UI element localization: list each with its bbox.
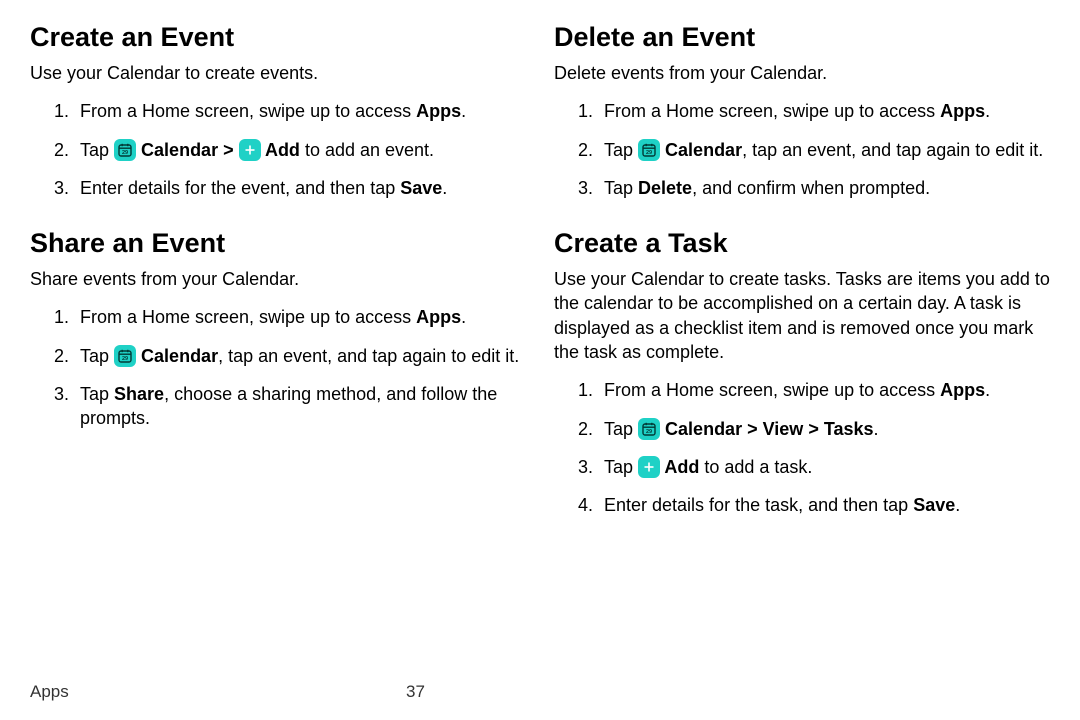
page-footer: Apps 37 xyxy=(30,682,69,702)
right-column: Delete an Event Delete events from your … xyxy=(554,22,1050,532)
apps-label: Apps xyxy=(940,101,985,121)
calendar-label: Calendar xyxy=(665,140,742,160)
calendar-icon: 29 xyxy=(638,139,660,161)
step-text: Enter details for the task, and then tap xyxy=(604,495,913,515)
step-text: . xyxy=(461,307,466,327)
steps-create-event: From a Home screen, swipe up to access A… xyxy=(30,99,526,200)
calendar-icon: 29 xyxy=(638,418,660,440)
view-label: View xyxy=(763,419,804,439)
step-text: Tap xyxy=(604,178,638,198)
delete-label: Delete xyxy=(638,178,692,198)
step-text: . xyxy=(442,178,447,198)
page-number: 37 xyxy=(406,682,425,702)
chevron-right-icon: > xyxy=(747,419,763,439)
list-item: From a Home screen, swipe up to access A… xyxy=(74,305,526,329)
add-icon xyxy=(638,456,660,478)
intro-create-task: Use your Calendar to create tasks. Tasks… xyxy=(554,267,1050,364)
list-item: From a Home screen, swipe up to access A… xyxy=(598,378,1050,402)
step-text: . xyxy=(874,419,879,439)
step-text: Tap xyxy=(80,384,114,404)
step-text: to add an event. xyxy=(300,140,434,160)
step-text: Tap xyxy=(604,457,638,477)
heading-delete-event: Delete an Event xyxy=(554,22,1050,53)
chevron-right-icon: > xyxy=(808,419,824,439)
step-text: . xyxy=(461,101,466,121)
tasks-label: Tasks xyxy=(824,419,874,439)
list-item: Tap 29 Calendar, tap an event, and tap a… xyxy=(598,138,1050,162)
step-text: , tap an event, and tap again to edit it… xyxy=(742,140,1043,160)
svg-text:29: 29 xyxy=(646,150,652,156)
intro-delete-event: Delete events from your Calendar. xyxy=(554,61,1050,85)
share-label: Share xyxy=(114,384,164,404)
svg-text:29: 29 xyxy=(122,356,128,362)
section-share-event: Share an Event Share events from your Ca… xyxy=(30,228,526,430)
svg-text:29: 29 xyxy=(646,429,652,435)
apps-label: Apps xyxy=(940,380,985,400)
svg-text:29: 29 xyxy=(122,150,128,156)
step-text: Tap xyxy=(80,346,114,366)
step-text: From a Home screen, swipe up to access xyxy=(80,307,416,327)
section-delete-event: Delete an Event Delete events from your … xyxy=(554,22,1050,200)
calendar-icon: 29 xyxy=(114,139,136,161)
apps-label: Apps xyxy=(416,101,461,121)
add-icon xyxy=(239,139,261,161)
list-item: From a Home screen, swipe up to access A… xyxy=(598,99,1050,123)
list-item: Tap Add to add a task. xyxy=(598,455,1050,479)
step-text: . xyxy=(955,495,960,515)
intro-share-event: Share events from your Calendar. xyxy=(30,267,526,291)
step-text: Tap xyxy=(80,140,114,160)
list-item: Tap 29 Calendar > Add to add an event. xyxy=(74,138,526,162)
list-item: Tap Delete, and confirm when prompted. xyxy=(598,176,1050,200)
heading-create-event: Create an Event xyxy=(30,22,526,53)
step-text: , and confirm when prompted. xyxy=(692,178,930,198)
steps-create-task: From a Home screen, swipe up to access A… xyxy=(554,378,1050,517)
two-column-layout: Create an Event Use your Calendar to cre… xyxy=(30,22,1050,532)
left-column: Create an Event Use your Calendar to cre… xyxy=(30,22,526,532)
step-text: From a Home screen, swipe up to access xyxy=(604,101,940,121)
chevron-right-icon: > xyxy=(223,140,239,160)
step-text: Tap xyxy=(604,140,638,160)
add-label: Add xyxy=(261,140,300,160)
list-item: Enter details for the task, and then tap… xyxy=(598,493,1050,517)
step-text: From a Home screen, swipe up to access xyxy=(80,101,416,121)
step-text: . xyxy=(985,101,990,121)
step-text: to add a task. xyxy=(699,457,812,477)
list-item: Tap 29 Calendar, tap an event, and tap a… xyxy=(74,344,526,368)
steps-share-event: From a Home screen, swipe up to access A… xyxy=(30,305,526,430)
list-item: Enter details for the event, and then ta… xyxy=(74,176,526,200)
step-text: From a Home screen, swipe up to access xyxy=(604,380,940,400)
calendar-label: Calendar xyxy=(141,346,218,366)
heading-share-event: Share an Event xyxy=(30,228,526,259)
list-item: Tap 29 Calendar > View > Tasks. xyxy=(598,417,1050,441)
heading-create-task: Create a Task xyxy=(554,228,1050,259)
intro-create-event: Use your Calendar to create events. xyxy=(30,61,526,85)
save-label: Save xyxy=(913,495,955,515)
step-text: Tap xyxy=(604,419,638,439)
save-label: Save xyxy=(400,178,442,198)
section-create-event: Create an Event Use your Calendar to cre… xyxy=(30,22,526,200)
step-text: Enter details for the event, and then ta… xyxy=(80,178,400,198)
add-label: Add xyxy=(660,457,699,477)
list-item: Tap Share, choose a sharing method, and … xyxy=(74,382,526,431)
calendar-label: Calendar xyxy=(665,419,742,439)
apps-label: Apps xyxy=(416,307,461,327)
footer-section-label: Apps xyxy=(30,682,69,701)
calendar-label: Calendar xyxy=(141,140,218,160)
steps-delete-event: From a Home screen, swipe up to access A… xyxy=(554,99,1050,200)
step-text: , tap an event, and tap again to edit it… xyxy=(218,346,519,366)
step-text: . xyxy=(985,380,990,400)
section-create-task: Create a Task Use your Calendar to creat… xyxy=(554,228,1050,517)
calendar-icon: 29 xyxy=(114,345,136,367)
list-item: From a Home screen, swipe up to access A… xyxy=(74,99,526,123)
